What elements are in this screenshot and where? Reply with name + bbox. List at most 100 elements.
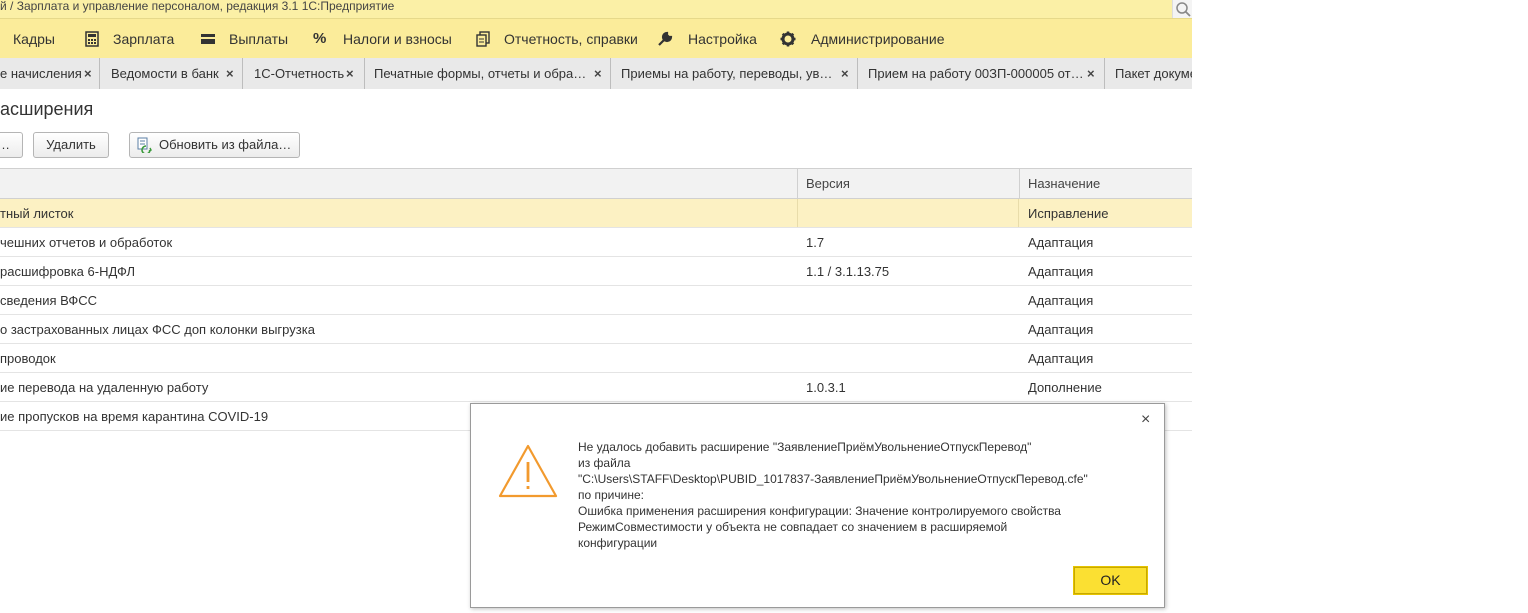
warning-icon xyxy=(498,444,558,498)
cell-version xyxy=(797,286,1019,314)
tab-label: Ведомости в банк xyxy=(111,66,219,81)
message-line: по причине: xyxy=(578,488,644,502)
cell-name: проводок xyxy=(0,351,56,366)
message-line: из файла xyxy=(578,456,631,470)
cell-purpose: Адаптация xyxy=(1028,293,1094,308)
table-row[interactable]: сведения ВФСС Адаптация xyxy=(0,286,1192,315)
cell-name: о застрахованных лицах ФСС доп колонки в… xyxy=(0,322,315,337)
cell-version xyxy=(797,199,1019,227)
wallet-icon xyxy=(201,34,215,44)
tab-accruals[interactable]: е начисления × xyxy=(0,58,100,89)
cell-purpose: Адаптация xyxy=(1028,264,1094,279)
section-label: Налоги и взносы xyxy=(343,31,452,47)
cell-name: чешних отчетов и обработок xyxy=(0,235,173,250)
search-button[interactable] xyxy=(1172,0,1192,18)
sections-panel: Кадры Зарплата Выплаты % Налоги и взносы xyxy=(0,19,1192,58)
message-line: Не удалось добавить расширение "Заявлени… xyxy=(578,440,1032,454)
section-label: Отчетность, справки xyxy=(504,31,638,47)
tab-close-icon[interactable]: × xyxy=(346,58,354,89)
column-name[interactable] xyxy=(0,169,797,199)
table-row[interactable]: проводок Адаптация xyxy=(0,344,1192,373)
tab-print-forms[interactable]: Печатные формы, отчеты и обра… × xyxy=(365,58,611,89)
tab-close-icon[interactable]: × xyxy=(594,58,602,89)
tab-label: 1С-Отчетность xyxy=(254,66,345,81)
tab-close-icon[interactable]: × xyxy=(226,58,234,89)
tab-hiring-document[interactable]: Прием на работу 00ЗП-000005 от… × xyxy=(858,58,1105,89)
button-label: Удалить xyxy=(46,137,96,152)
cell-name: сведения ВФСС xyxy=(0,293,98,308)
page-title: асширения xyxy=(0,99,94,119)
section-payments[interactable]: Выплаты xyxy=(192,19,296,58)
update-from-file-button[interactable]: Обновить из файла… xyxy=(129,132,300,158)
message-line: Ошибка применения расширения конфигураци… xyxy=(578,504,1061,518)
cell-version: 1.0.3.1 xyxy=(806,380,846,395)
cell-purpose: Дополнение xyxy=(1028,380,1102,395)
cell-purpose: Исправление xyxy=(1028,206,1109,221)
tab-document-package[interactable]: Пакет докуме xyxy=(1105,58,1192,89)
section-label: Администрирование xyxy=(811,31,945,47)
cell-version: 1.7 xyxy=(806,235,825,250)
calculator-icon xyxy=(85,31,99,47)
cell-purpose: Адаптация xyxy=(1028,322,1094,337)
tab-label: Пакет докуме xyxy=(1115,66,1192,81)
gear-icon xyxy=(780,31,796,47)
percent-icon: % xyxy=(313,30,327,47)
table-row[interactable]: тный листок Исправление xyxy=(0,199,1192,228)
button-label: Обновить из файла… xyxy=(159,137,292,152)
ok-button[interactable]: OK xyxy=(1073,566,1148,595)
section-label: Выплаты xyxy=(229,31,289,47)
section-label: Настройка xyxy=(688,31,757,47)
section-salary[interactable]: Зарплата xyxy=(76,19,186,58)
wrench-icon xyxy=(658,31,673,46)
button-label: … xyxy=(0,137,10,152)
tab-label: е начисления xyxy=(0,66,82,81)
section-administration[interactable]: Администрирование xyxy=(772,19,952,58)
table-row[interactable]: ие перевода на удаленную работу 1.0.3.1 … xyxy=(0,373,1192,402)
error-dialog: × Не удалось добавить расширение "Заявле… xyxy=(470,403,1165,608)
window-title: й / Зарплата и управление персоналом, ре… xyxy=(0,0,395,13)
title-bar: й / Зарплата и управление персоналом, ре… xyxy=(0,0,1192,19)
open-tabs-bar: е начисления × Ведомости в банк × 1С-Отч… xyxy=(0,58,1192,89)
application-window: й / Зарплата и управление персоналом, ре… xyxy=(0,0,1192,613)
error-message: Не удалось добавить расширение "Заявлени… xyxy=(578,439,1148,551)
column-purpose[interactable]: Назначение xyxy=(1019,169,1192,199)
message-line: "C:\Users\STAFF\Desktop\PUBID_1017837-За… xyxy=(578,472,1088,486)
cell-version: 1.1 / 3.1.13.75 xyxy=(806,264,890,279)
cell-purpose: Адаптация xyxy=(1028,235,1094,250)
tab-close-icon[interactable]: × xyxy=(84,58,92,89)
cell-name: ие перевода на удаленную работу xyxy=(0,380,209,395)
section-settings[interactable]: Настройка xyxy=(649,19,764,58)
message-line: конфигурации xyxy=(578,536,658,550)
tab-label: Прием на работу 00ЗП-000005 от… xyxy=(868,66,1084,81)
update-from-file-icon xyxy=(137,137,152,153)
close-icon[interactable]: × xyxy=(1141,412,1150,428)
table-header: Версия Назначение xyxy=(0,168,1192,199)
add-button[interactable]: … xyxy=(0,132,23,158)
section-personnel[interactable]: Кадры xyxy=(0,19,72,58)
tab-1c-reporting[interactable]: 1С-Отчетность × xyxy=(243,58,365,89)
table-row[interactable]: чешних отчетов и обработок 1.7 Адаптация xyxy=(0,228,1192,257)
cell-name: тный листок xyxy=(0,206,74,221)
cell-purpose: Адаптация xyxy=(1028,351,1094,366)
tab-label: Печатные формы, отчеты и обра… xyxy=(374,66,587,81)
empty-area xyxy=(1192,0,1528,613)
tab-close-icon[interactable]: × xyxy=(1087,58,1095,89)
tab-bank-statements[interactable]: Ведомости в банк × xyxy=(100,58,243,89)
section-label: Кадры xyxy=(13,31,55,47)
tab-close-icon[interactable]: × xyxy=(841,58,849,89)
section-taxes[interactable]: % Налоги и взносы xyxy=(305,19,455,58)
cell-version xyxy=(797,315,1019,343)
delete-button[interactable]: Удалить xyxy=(33,132,109,158)
tab-label: Приемы на работу, переводы, ув… xyxy=(621,66,833,81)
cell-name: расшифровка 6-НДФЛ xyxy=(0,264,135,279)
column-version[interactable]: Версия xyxy=(797,169,1019,199)
documents-icon xyxy=(476,31,490,47)
tab-hirings-transfers[interactable]: Приемы на работу, переводы, ув… × xyxy=(611,58,858,89)
section-reports[interactable]: Отчетность, справки xyxy=(467,19,642,58)
extensions-table: Версия Назначение тный листок Исправлени… xyxy=(0,168,1192,432)
cell-version xyxy=(797,344,1019,372)
message-line: РежимСовместимости у объекта не совпадае… xyxy=(578,520,1008,534)
search-icon xyxy=(1176,2,1191,17)
table-row[interactable]: о застрахованных лицах ФСС доп колонки в… xyxy=(0,315,1192,344)
table-row[interactable]: расшифровка 6-НДФЛ 1.1 / 3.1.13.75 Адапт… xyxy=(0,257,1192,286)
